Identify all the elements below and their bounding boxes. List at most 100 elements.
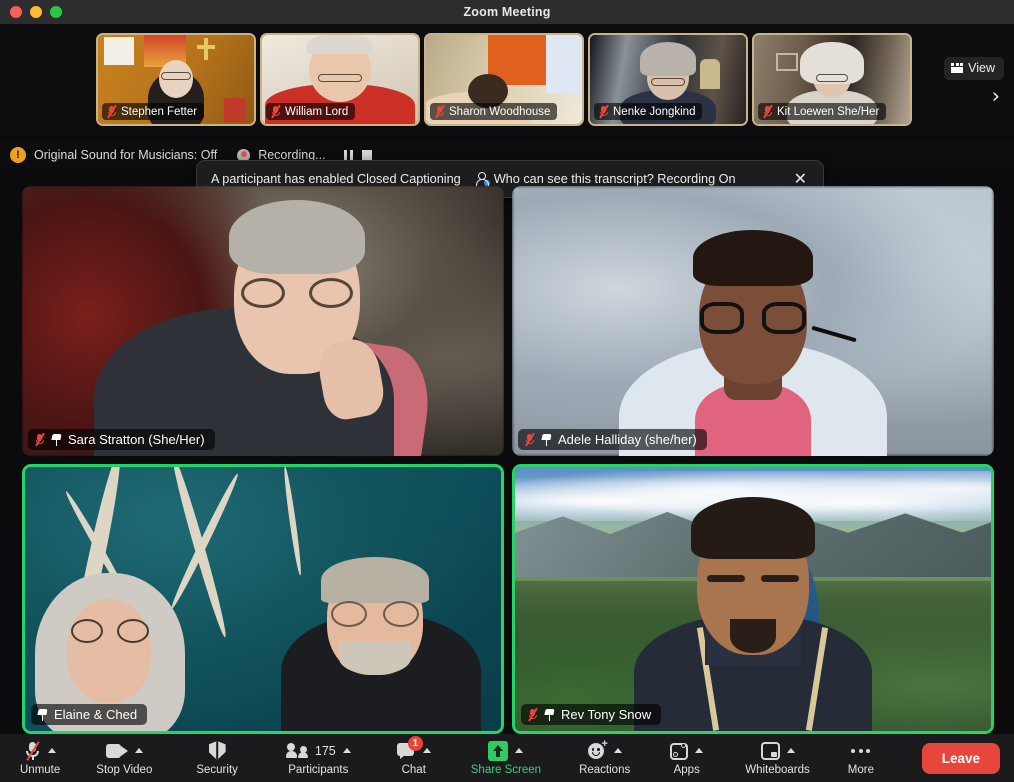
view-button[interactable]: View: [944, 57, 1004, 80]
tile-name-label: Elaine & Ched: [31, 704, 148, 725]
tile-name-label: Rev Tony Snow: [521, 704, 662, 725]
participant-hair: [228, 200, 365, 274]
mic-muted-icon: [34, 432, 45, 447]
window-title: Zoom Meeting: [463, 5, 551, 19]
decor-cross-h: [197, 45, 215, 49]
filmstrip-thumbnails: Stephen Fetter William Lord Sharon Woodh…: [96, 33, 912, 126]
thumbnail-name: Kit Loewen She/Her: [777, 105, 880, 118]
thumbnail-name-label: Kit Loewen She/Her: [758, 103, 887, 120]
participants-options-chevron-icon[interactable]: [342, 748, 351, 753]
audio-options-chevron-icon[interactable]: [48, 748, 57, 753]
pin-icon: [51, 434, 62, 446]
transcript-link-label: Who can see this transcript? Recording O…: [493, 172, 736, 186]
chat-options-chevron-icon[interactable]: [422, 748, 431, 753]
view-button-label: View: [968, 61, 995, 75]
video-tile-sara-stratton[interactable]: Sara Stratton (She/Her): [22, 186, 504, 456]
mic-muted-icon: [106, 104, 117, 119]
participants-count: 175: [314, 743, 336, 758]
thumbnail-name: Nenke Jongkind: [613, 105, 696, 118]
filmstrip-thumbnail[interactable]: Nenke Jongkind: [588, 33, 748, 126]
mic-muted-icon: [762, 104, 773, 119]
unmute-button[interactable]: Unmute: [14, 734, 66, 782]
chat-unread-badge: 1: [407, 735, 423, 751]
original-sound-status[interactable]: Original Sound for Musicians: Off: [34, 148, 217, 162]
reactions-label: Reactions: [579, 763, 631, 776]
participant-hair-top: [693, 230, 813, 286]
share-screen-icon: [488, 740, 509, 761]
camera-icon: [105, 743, 128, 758]
apps-button[interactable]: Apps: [664, 734, 709, 782]
pause-recording-icon[interactable]: [343, 149, 353, 161]
ellipsis-icon: [851, 742, 871, 760]
thumbnail-name-label: Nenke Jongkind: [594, 103, 703, 120]
thumbnail-name-label: William Lord: [266, 103, 356, 120]
more-label: More: [847, 763, 874, 776]
person-transcript-icon: [475, 172, 490, 186]
video-options-chevron-icon[interactable]: [134, 748, 143, 753]
apps-label: Apps: [673, 763, 700, 776]
filmstrip-thumbnail[interactable]: Kit Loewen She/Her: [752, 33, 912, 126]
participant-glasses: [318, 74, 362, 82]
whiteboards-options-chevron-icon[interactable]: [786, 748, 795, 753]
title-bar: Zoom Meeting: [0, 0, 1014, 24]
share-screen-button[interactable]: Share Screen: [465, 734, 547, 782]
stop-recording-icon[interactable]: [361, 150, 372, 160]
security-label: Security: [196, 763, 238, 776]
reactions-options-chevron-icon[interactable]: [613, 748, 622, 753]
participant-glasses: [240, 278, 353, 308]
people-icon: [285, 743, 308, 758]
warning-icon: [10, 147, 26, 163]
participant-2-glasses: [331, 601, 419, 627]
participant-glasses: [700, 302, 806, 334]
transcript-info-link[interactable]: Who can see this transcript? Recording O…: [475, 172, 736, 186]
apps-options-chevron-icon[interactable]: [695, 748, 704, 753]
thumbnail-name-label: Stephen Fetter: [102, 103, 205, 120]
video-tile-rev-tony-snow[interactable]: Rev Tony Snow: [512, 464, 994, 734]
filmstrip-next-button[interactable]: ›: [992, 86, 1000, 107]
participant-glasses: [816, 74, 848, 82]
leave-button[interactable]: Leave: [921, 742, 1000, 774]
unmute-label: Unmute: [20, 763, 61, 776]
pin-icon: [37, 709, 48, 721]
participant-hair: [691, 497, 815, 559]
participant-hair: [640, 42, 696, 76]
security-button[interactable]: Security: [190, 734, 244, 782]
participant-1-head: [67, 599, 151, 703]
decor-lamp: [700, 59, 720, 89]
filmstrip-thumbnail[interactable]: Stephen Fetter: [96, 33, 256, 126]
filmstrip-thumbnail[interactable]: William Lord: [260, 33, 420, 126]
recording-controls[interactable]: [343, 149, 372, 161]
chat-label: Chat: [401, 763, 426, 776]
participant-glasses: [161, 72, 191, 80]
participant-goatee: [730, 619, 776, 653]
participants-button[interactable]: 175 Participants: [280, 734, 357, 782]
share-options-chevron-icon[interactable]: [515, 748, 524, 753]
whiteboards-button[interactable]: Whiteboards: [739, 734, 816, 782]
tile-participant-name: Sara Stratton (She/Her): [68, 432, 205, 447]
participant-eyebrows: [707, 575, 799, 582]
participant-2-hair: [321, 557, 429, 603]
mic-muted-icon: [598, 104, 609, 119]
grid-view-icon: [951, 62, 964, 74]
mic-muted-icon: [434, 104, 445, 119]
chat-bubble-icon: 1: [396, 735, 423, 759]
stop-video-label: Stop Video: [96, 763, 153, 776]
reactions-icon: +: [587, 739, 608, 760]
share-screen-label: Share Screen: [470, 763, 542, 776]
video-tile-adele-halliday[interactable]: Adele Halliday (she/her): [512, 186, 994, 456]
participant-glasses: [651, 78, 685, 86]
video-tile-elaine-and-ched[interactable]: Elaine & Ched: [22, 464, 504, 734]
thumbnail-name: Stephen Fetter: [121, 105, 198, 118]
chat-button[interactable]: 1 Chat: [391, 734, 437, 782]
stop-video-button[interactable]: Stop Video: [90, 734, 158, 782]
more-button[interactable]: More: [842, 734, 880, 782]
tile-name-label: Adele Halliday (she/her): [518, 429, 707, 450]
apps-icon: [670, 742, 689, 760]
reactions-button[interactable]: + Reactions: [573, 734, 636, 782]
participant-2-beard: [339, 641, 411, 675]
participant-1-glasses: [71, 619, 149, 643]
mic-muted-icon: [270, 104, 281, 119]
tile-participant-name: Adele Halliday (she/her): [558, 432, 697, 447]
whiteboard-icon: [760, 741, 780, 760]
filmstrip-thumbnail[interactable]: Sharon Woodhouse: [424, 33, 584, 126]
